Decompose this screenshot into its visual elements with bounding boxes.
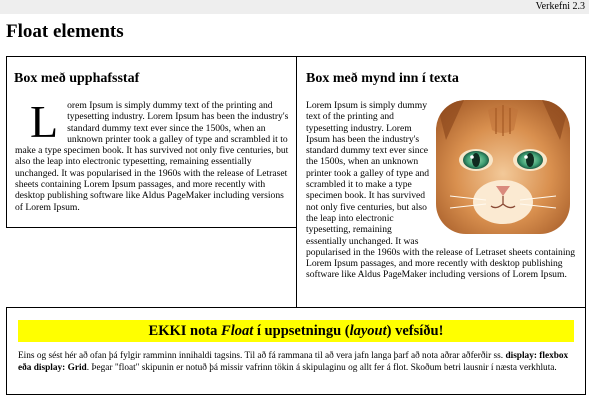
- notice-text-end: . Þegar "float" skipunin er notuð þá mis…: [86, 363, 557, 373]
- dropcap-letter: L: [30, 96, 59, 147]
- cat-image: [436, 100, 570, 234]
- notice-paragraph: Eins og sést hér að ofan þá fylgir rammi…: [18, 350, 574, 374]
- banner-layout-word: layout: [349, 323, 387, 339]
- banner-text-end: ) vefsíðu!: [386, 323, 444, 339]
- box-image-paragraph: Lorem Ipsum is simply dummy text of the …: [304, 100, 578, 281]
- assignment-label: Verkefni 2.3: [535, 1, 585, 12]
- notice-text-start: Eins og sést hér að ofan þá fylgir rammi…: [18, 351, 506, 361]
- box-image-in-text: Box með mynd inn í texta Lorem Ipsum is …: [296, 56, 586, 308]
- warning-banner: EKKI nota Float í uppsetningu (layout) v…: [18, 320, 574, 342]
- box-dropcap: Box með upphafsstaf Lorem Ipsum is simpl…: [6, 56, 297, 228]
- box-image-heading: Box með mynd inn í texta: [306, 71, 459, 86]
- banner-float-word: Float: [221, 323, 254, 339]
- box-dropcap-paragraph: Lorem Ipsum is simply dummy text of the …: [14, 96, 289, 213]
- banner-text-start: EKKI nota: [148, 323, 222, 339]
- top-bar: [0, 0, 589, 14]
- page-title: Float elements: [6, 21, 124, 42]
- box-notice: EKKI nota Float í uppsetningu (layout) v…: [6, 307, 586, 395]
- box-dropcap-heading: Box með upphafsstaf: [14, 71, 140, 86]
- banner-text-middle: í uppsetningu (: [253, 323, 350, 339]
